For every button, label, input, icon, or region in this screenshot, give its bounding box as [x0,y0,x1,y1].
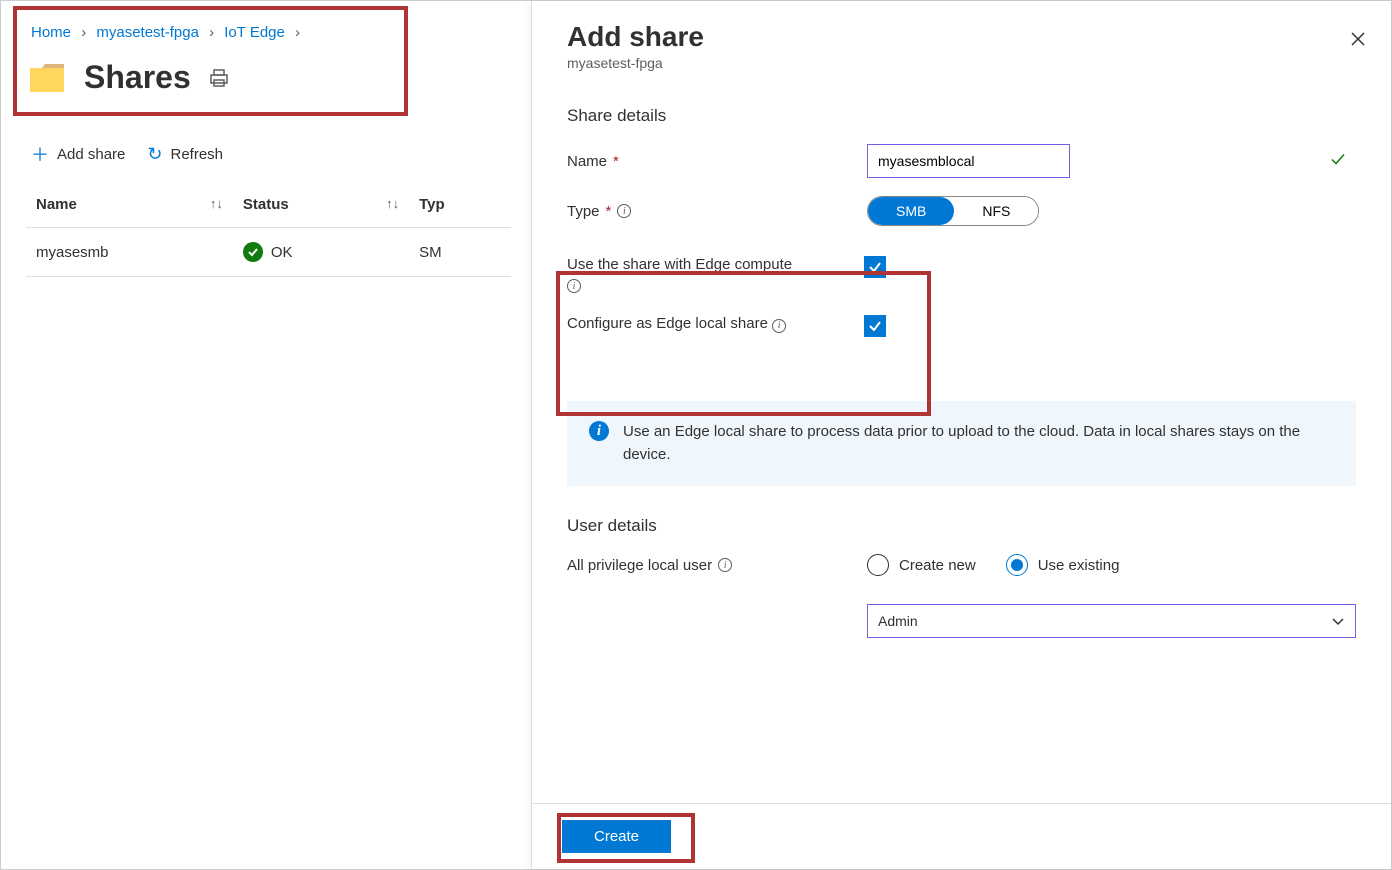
plus-icon: ＋ [31,141,49,167]
close-icon [1350,31,1366,47]
type-nfs-option[interactable]: NFS [954,197,1038,225]
user-select[interactable]: Admin [867,604,1356,638]
chevron-down-icon [1331,614,1345,628]
selected-user: Admin [878,613,918,629]
breadcrumb-home[interactable]: Home [31,24,71,41]
breadcrumb-section[interactable]: IoT Edge [224,24,285,41]
info-icon[interactable]: i [772,319,786,333]
column-header-status[interactable]: Status ↑↓ [233,182,409,228]
user-details-heading: User details [567,516,1356,536]
page-title: Shares [84,59,191,96]
use-existing-radio[interactable]: Use existing [1006,554,1120,576]
info-icon[interactable]: i [617,204,631,218]
info-banner-text: Use an Edge local share to process data … [623,421,1334,466]
panel-title: Add share [567,21,1356,53]
table-row[interactable]: myasesmb OK SM [26,228,511,277]
close-button[interactable] [1350,31,1366,52]
info-icon[interactable]: i [718,558,732,572]
folder-icon [28,62,66,94]
sort-icon: ↑↓ [210,196,223,211]
type-label: Type * i [567,203,867,220]
print-icon[interactable] [209,68,229,88]
info-icon: i [589,421,609,441]
status-ok-icon [243,242,263,262]
sort-icon: ↑↓ [386,196,399,211]
create-new-radio[interactable]: Create new [867,554,976,576]
shares-table: Name ↑↓ Status ↑↓ Typ myasesmb [26,182,511,277]
info-icon[interactable]: i [567,279,581,293]
refresh-button[interactable]: ↻ Refresh [147,141,223,167]
edge-local-label: Configure as Edge local share i [567,315,852,333]
chevron-icon: › [209,24,214,41]
create-button[interactable]: Create [562,820,671,853]
share-details-heading: Share details [567,106,1356,126]
share-type-cell: SM [409,228,511,277]
breadcrumb-resource[interactable]: myasetest-fpga [96,24,199,41]
add-share-panel: Add share myasetest-fpga Share details N… [531,1,1391,869]
column-header-type[interactable]: Typ [409,182,511,228]
share-name-cell: myasesmb [26,228,233,277]
share-name-input[interactable] [867,144,1070,178]
radio-icon [1006,554,1028,576]
panel-subtitle: myasetest-fpga [567,55,1356,71]
radio-icon [867,554,889,576]
type-toggle: SMB NFS [867,196,1039,226]
type-smb-option[interactable]: SMB [868,197,954,225]
privilege-label: All privilege local user i [567,557,867,574]
edge-compute-checkbox[interactable] [864,256,886,278]
info-banner: i Use an Edge local share to process dat… [567,401,1356,486]
refresh-label: Refresh [170,146,223,163]
add-share-label: Add share [57,146,125,163]
check-icon [1330,152,1346,171]
chevron-icon: › [295,24,300,41]
column-header-name[interactable]: Name ↑↓ [26,182,233,228]
name-label: Name * [567,153,867,170]
add-share-button[interactable]: ＋ Add share [31,141,125,167]
breadcrumb: Home › myasetest-fpga › IoT Edge › [26,16,511,41]
edge-compute-label: Use the share with Edge compute i [567,256,852,293]
edge-local-checkbox[interactable] [864,315,886,337]
chevron-icon: › [81,24,86,41]
share-status-cell: OK [233,228,409,277]
refresh-icon: ↻ [147,144,162,165]
